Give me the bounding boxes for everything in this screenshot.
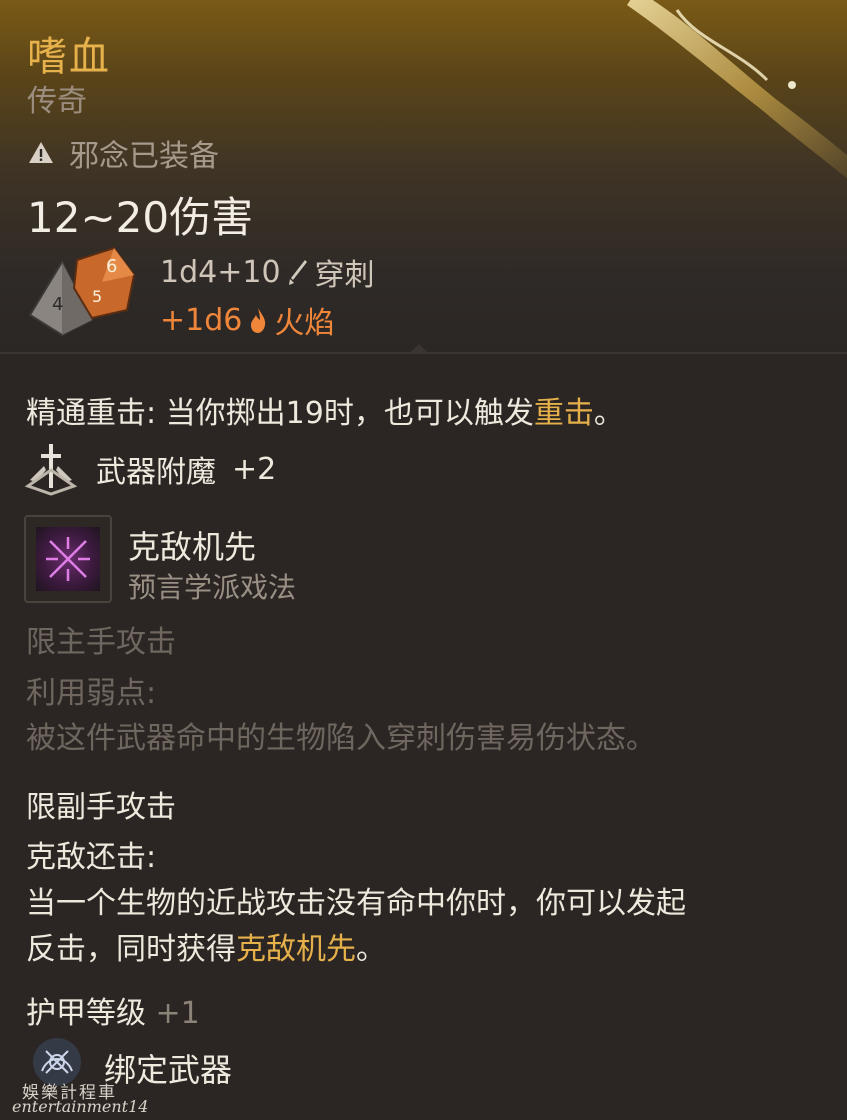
item-name: 嗜血 bbox=[27, 34, 111, 80]
offhand-header: 限副手攻击 bbox=[26, 790, 176, 825]
roll-fire-value: +1d6 bbox=[160, 302, 243, 338]
warning-icon bbox=[29, 142, 53, 163]
fire-icon bbox=[251, 308, 266, 333]
spell-name: 克敌机先 bbox=[128, 528, 257, 566]
svg-text:5: 5 bbox=[92, 287, 102, 306]
bound-weapon-label: 绑定武器 bbox=[104, 1051, 233, 1089]
watermark-latin: entertainment14 bbox=[12, 1097, 149, 1116]
enchant-icon bbox=[24, 444, 78, 496]
mainhand-header: 限主手攻击 bbox=[26, 625, 176, 660]
divider-notch bbox=[411, 344, 427, 352]
spell-icon-frame[interactable] bbox=[24, 515, 112, 603]
spell-icon bbox=[36, 527, 100, 591]
warning-row: 邪念已装备 bbox=[27, 131, 219, 175]
offhand-desc-2: 反击，同时获得克敌机先。 bbox=[26, 924, 386, 968]
staff-art bbox=[627, 0, 847, 179]
crit-end: 。 bbox=[593, 396, 624, 431]
crit-line: 精通重击: 当你掷出19时，也可以触发重击。 bbox=[26, 388, 624, 432]
pierce-icon bbox=[288, 260, 307, 285]
roll-pierce: 1d4+10 穿刺 bbox=[160, 250, 375, 294]
roll-pierce-value: 1d4+10 bbox=[160, 254, 281, 290]
item-rarity: 传奇 bbox=[27, 84, 87, 119]
crit-highlight: 重击 bbox=[533, 396, 594, 431]
armor-label: 护甲等级 bbox=[26, 996, 146, 1031]
offhand-desc-1: 当一个生物的近战攻击没有命中你时，你可以发起 bbox=[26, 886, 686, 921]
mainhand-desc: 被这件武器命中的生物陷入穿刺伤害易伤状态。 bbox=[26, 721, 656, 756]
spell-school: 预言学派戏法 bbox=[128, 571, 297, 604]
svg-text:4: 4 bbox=[52, 294, 63, 315]
dice-icon: 4 6 5 bbox=[28, 246, 136, 337]
crit-text: : 当你掷出19时，也可以触发 bbox=[146, 396, 534, 431]
roll-fire-type: 火焰 bbox=[274, 306, 335, 341]
crit-label: 精通重击 bbox=[26, 396, 146, 431]
svg-text:6: 6 bbox=[106, 256, 117, 277]
section-divider bbox=[0, 352, 847, 354]
mainhand-ability: 利用弱点: bbox=[26, 676, 157, 711]
armor-line: 护甲等级 +1 bbox=[26, 988, 200, 1032]
enchant-row: 武器附魔 +2 bbox=[22, 440, 276, 498]
offhand-desc-highlight: 克敌机先 bbox=[236, 932, 356, 967]
roll-pierce-type: 穿刺 bbox=[314, 258, 375, 293]
armor-bonus: +1 bbox=[155, 996, 200, 1031]
offhand-desc-2a: 反击，同时获得 bbox=[26, 932, 236, 967]
enchant-label: 武器附魔 bbox=[96, 455, 216, 490]
roll-fire: +1d6 火焰 bbox=[160, 298, 334, 342]
damage-total: 12~20伤害 bbox=[27, 193, 254, 242]
offhand-desc-2b: 。 bbox=[356, 932, 386, 967]
offhand-ability: 克敌还击: bbox=[26, 840, 157, 875]
warning-text: 邪念已装备 bbox=[69, 139, 219, 174]
spell-rune bbox=[46, 537, 90, 581]
enchant-bonus: +2 bbox=[232, 451, 277, 487]
item-header: 嗜血 传奇 邪念已装备 12~20伤害 4 6 5 1d4+10 穿刺 +1d6… bbox=[0, 0, 847, 352]
